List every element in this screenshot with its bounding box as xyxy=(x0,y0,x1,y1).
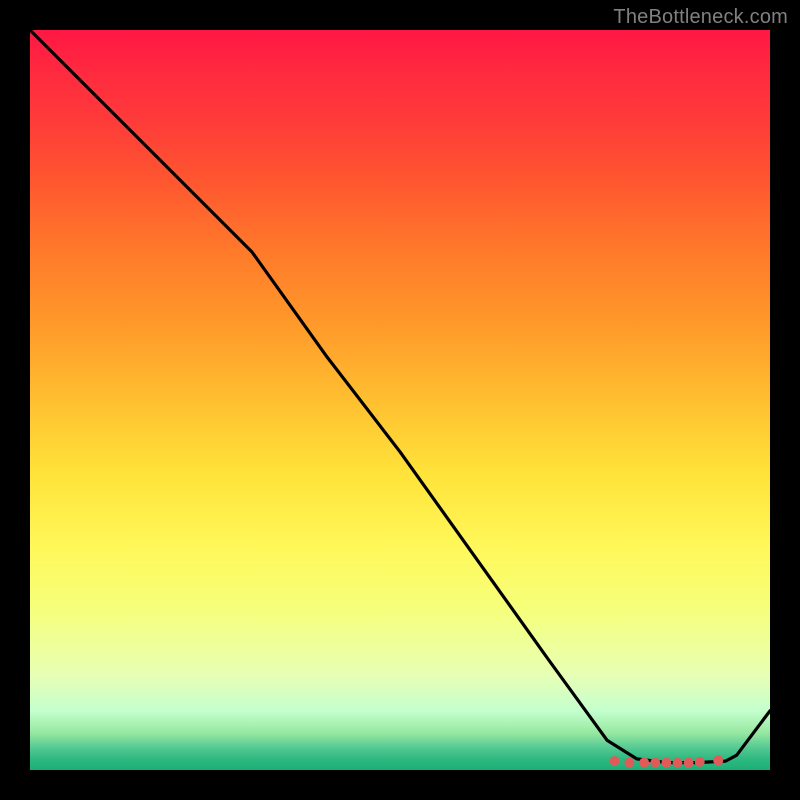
chart-plot-area xyxy=(30,30,770,770)
flat-marker xyxy=(695,757,705,767)
flat-marker xyxy=(610,756,620,766)
chart-stage: TheBottleneck.com xyxy=(0,0,800,800)
flat-marker xyxy=(624,758,634,768)
flat-marker xyxy=(661,758,671,768)
attribution-label: TheBottleneck.com xyxy=(613,6,788,29)
curve-line xyxy=(30,30,770,763)
flat-marker xyxy=(684,758,694,768)
chart-svg xyxy=(30,30,770,770)
flat-marker xyxy=(713,755,723,765)
flat-marker xyxy=(639,758,649,768)
flat-marker xyxy=(673,758,683,768)
flat-marker xyxy=(650,758,660,768)
